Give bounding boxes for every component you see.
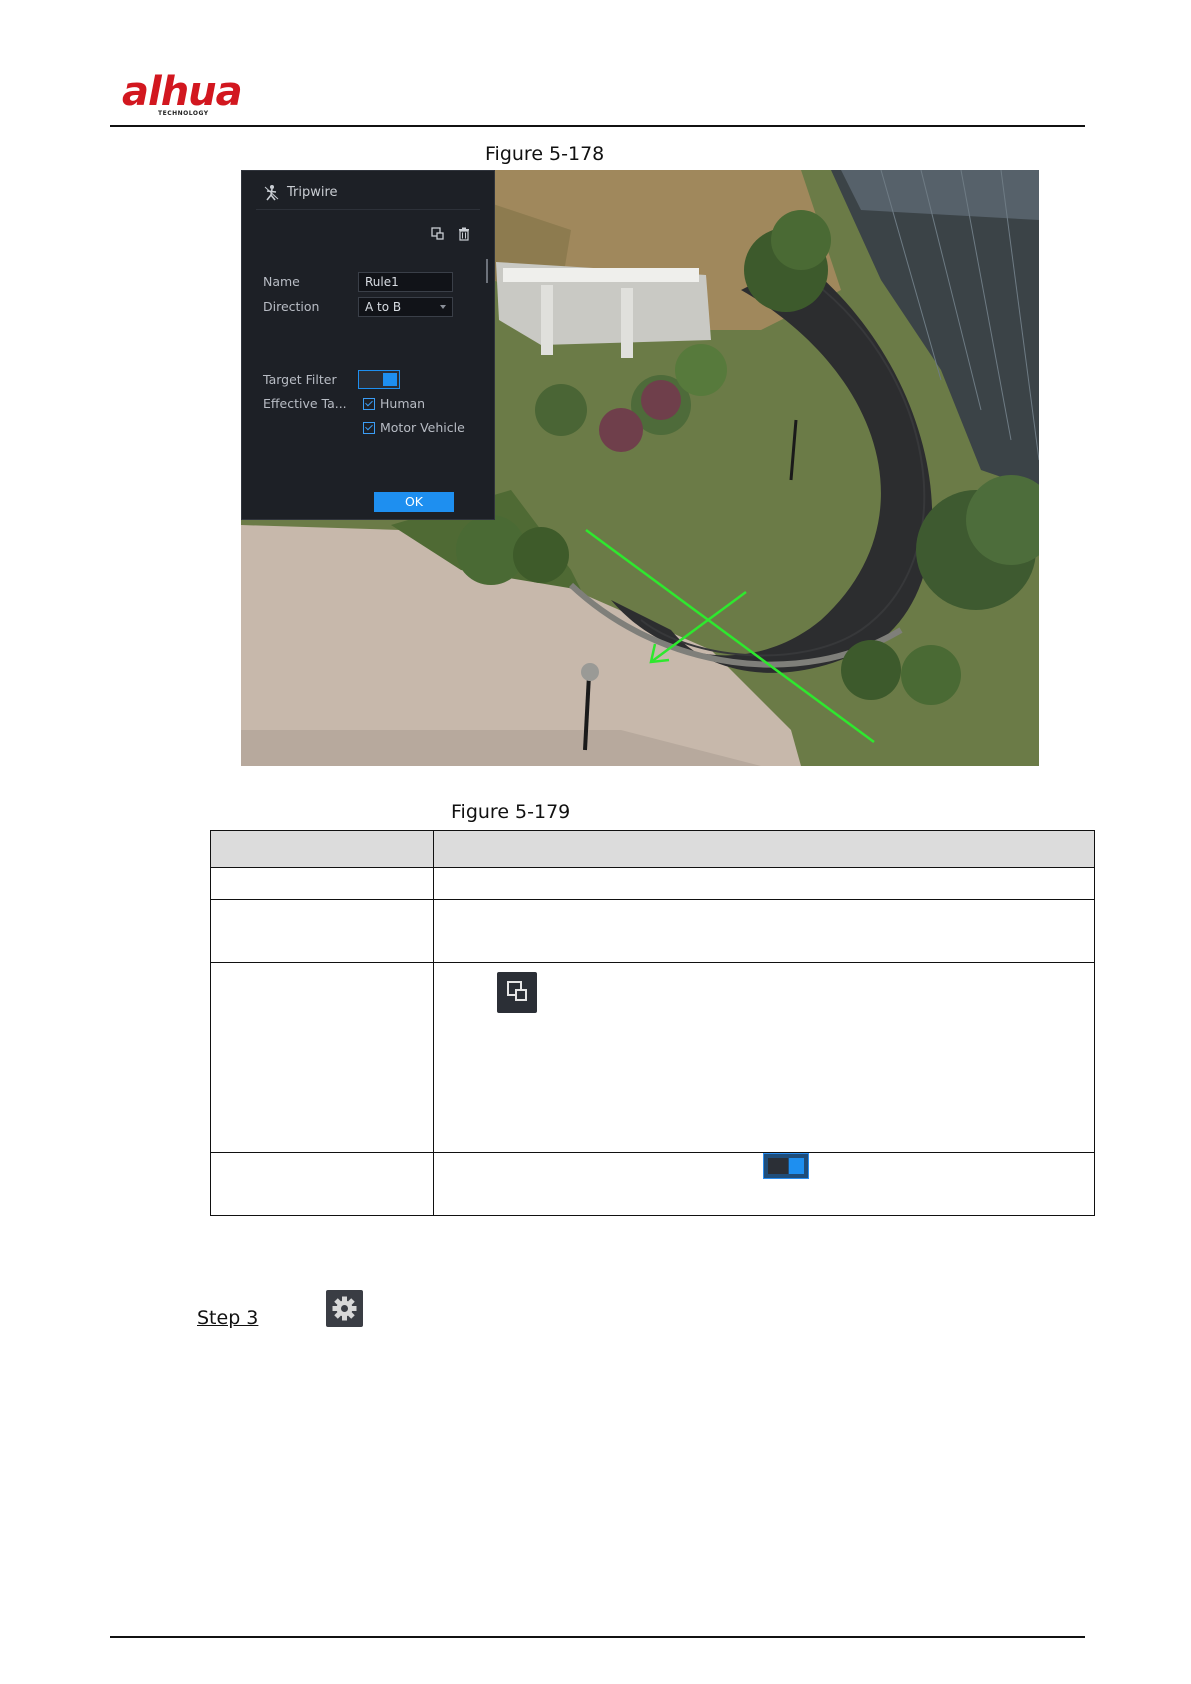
- table-cell: [210, 962, 434, 1153]
- logo-text: alhua: [122, 69, 243, 115]
- company-logo: alhua TECHNOLOGY: [120, 68, 260, 120]
- title-divider: [256, 209, 480, 210]
- motor-vehicle-label: Motor Vehicle: [380, 420, 465, 435]
- tripwire-icon: [264, 185, 279, 201]
- toggle-knob: [383, 373, 397, 386]
- footer-rule: [110, 1636, 1085, 1638]
- ok-button[interactable]: OK: [374, 492, 454, 512]
- table-cell: [433, 962, 1095, 1153]
- chevron-down-icon: [440, 305, 446, 309]
- name-input[interactable]: Rule1: [358, 272, 453, 292]
- human-label: Human: [380, 396, 426, 411]
- table-header-cell: [210, 830, 434, 868]
- copy-icon: [497, 972, 537, 1013]
- human-checkbox[interactable]: [363, 398, 375, 410]
- parameter-table: [210, 830, 1095, 1216]
- dialog-title: Tripwire: [287, 185, 338, 200]
- table-cell: [433, 899, 1095, 963]
- figure-caption-178: Figure 5-178: [485, 143, 605, 165]
- copy-icon[interactable]: [431, 227, 445, 241]
- step-label: Step 3: [197, 1307, 259, 1329]
- target-filter-toggle[interactable]: [358, 370, 400, 389]
- target-filter-label: Target Filter: [263, 372, 337, 387]
- table-cell: [210, 1152, 434, 1216]
- scrollbar[interactable]: [486, 259, 488, 283]
- table-cell: [433, 1152, 1095, 1216]
- tripwire-dialog: Tripwire Name Rule1 Direction A to B Tar…: [241, 170, 495, 520]
- camera-view-figure: Tripwire Name Rule1 Direction A to B Tar…: [241, 170, 1039, 766]
- gear-icon: [326, 1290, 363, 1327]
- table-cell: [210, 899, 434, 963]
- header-rule: [110, 125, 1085, 127]
- effective-target-label: Effective Ta...: [263, 396, 347, 411]
- direction-value: A to B: [365, 300, 402, 314]
- table-cell: [210, 867, 434, 900]
- table-cell: [433, 867, 1095, 900]
- logo-subtext: TECHNOLOGY: [158, 110, 209, 117]
- name-label: Name: [263, 274, 300, 289]
- direction-label: Direction: [263, 299, 320, 314]
- figure-caption-179: Figure 5-179: [451, 801, 571, 823]
- motor-vehicle-checkbox[interactable]: [363, 422, 375, 434]
- table-header-cell: [433, 830, 1095, 868]
- direction-select[interactable]: A to B: [358, 297, 453, 317]
- delete-icon[interactable]: [457, 227, 471, 241]
- toggle-icon: [763, 1153, 809, 1179]
